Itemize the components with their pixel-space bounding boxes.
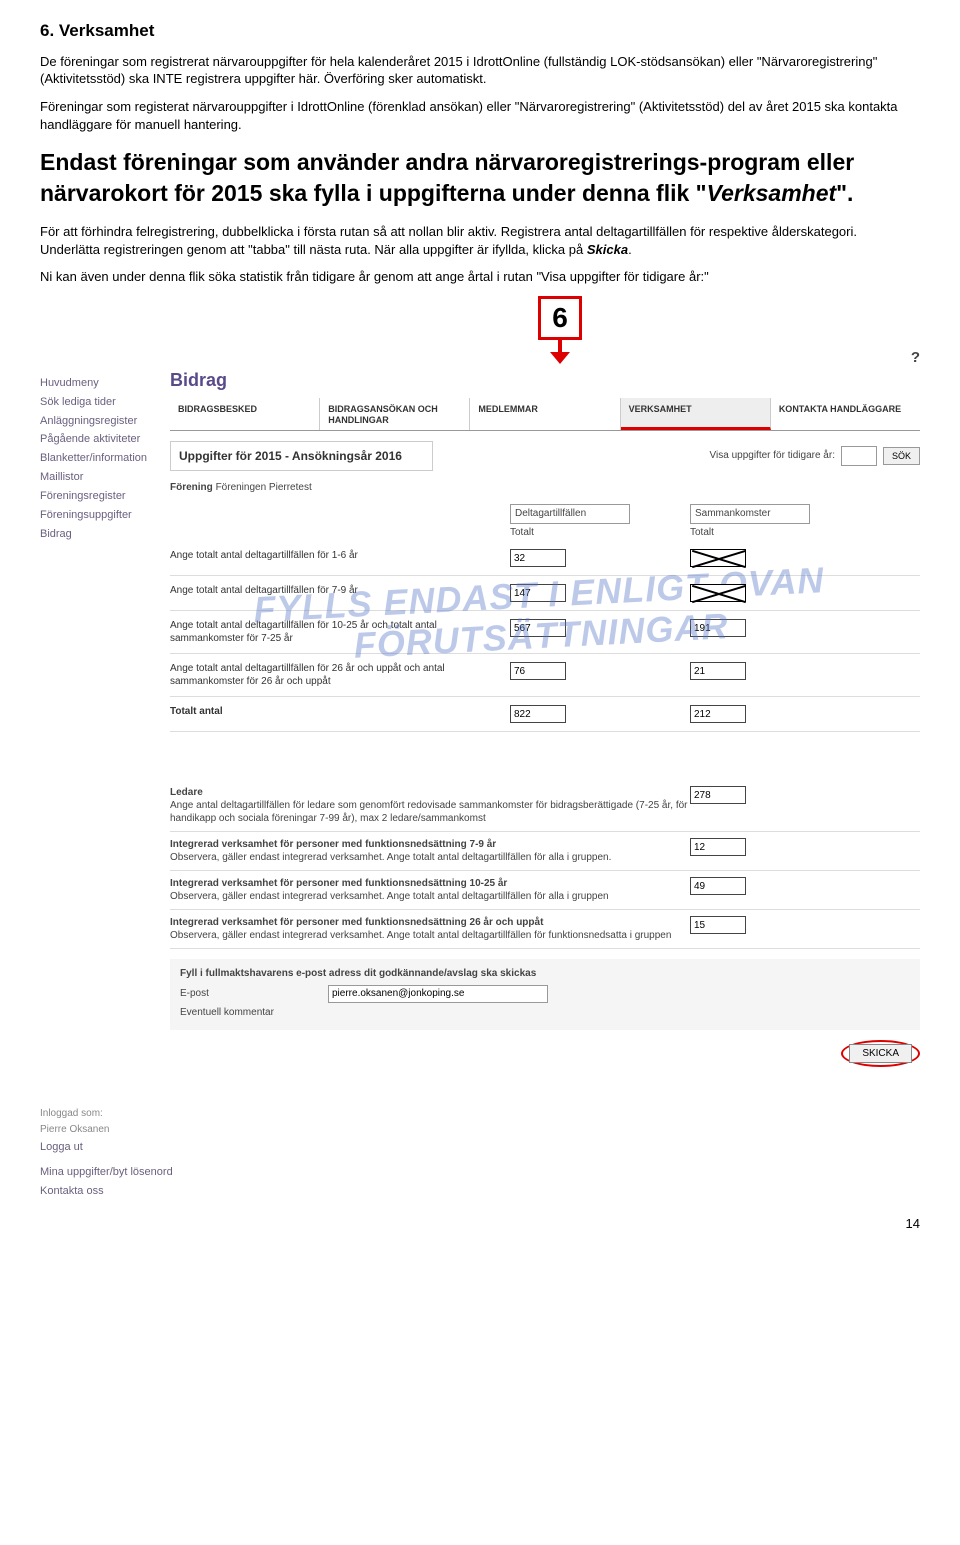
para-3-c: . [628, 242, 632, 257]
tab-ansokan[interactable]: BIDRAGSANSÖKAN OCH HANDLINGAR [320, 398, 470, 430]
block-int-26: Integrerad verksamhet för personer med f… [170, 910, 920, 949]
forening-label: Förening [170, 482, 213, 493]
int-7-9-input[interactable] [690, 838, 746, 856]
block-ledare: Ledare Ange antal deltagartillfällen för … [170, 780, 920, 832]
block-title: Ledare [170, 787, 203, 798]
forening-line: Förening Föreningen Pierretest [170, 481, 920, 495]
ledare-input[interactable] [690, 786, 746, 804]
arrow-down-icon [554, 340, 566, 362]
callout-number: 6 [538, 296, 582, 340]
page-title: Bidrag [170, 368, 920, 392]
tab-medlemmar[interactable]: MEDLEMMAR [470, 398, 620, 430]
para-emphasis: Endast föreningar som använder andra när… [40, 147, 920, 209]
para-3: För att förhindra felregistrering, dubbe… [40, 223, 920, 258]
samman-input-26[interactable] [690, 662, 746, 680]
sidebar-item-maillistor[interactable]: Maillistor [40, 470, 170, 485]
tab-bidragsbesked[interactable]: BIDRAGSBESKED [170, 398, 320, 430]
table-row-total: Totalt antal [170, 697, 920, 732]
logged-in-user: Pierre Oksanen [40, 1123, 170, 1137]
block-title: Integrerad verksamhet för personer med f… [170, 878, 507, 889]
para-emphasis-end: ". [836, 180, 853, 206]
para-3-b: Skicka [587, 242, 628, 257]
col-sub-totalt-2: Totalt [690, 524, 870, 542]
table-row: Ange totalt antal deltagartillfällen för… [170, 654, 920, 697]
int-26-input[interactable] [690, 916, 746, 934]
email-heading: Fyll i fullmaktshavarens e-post adress d… [180, 967, 910, 981]
sidebar-item-foreningsuppg[interactable]: Föreningsuppgifter [40, 508, 170, 523]
tab-bar: BIDRAGSBESKED BIDRAGSANSÖKAN OCH HANDLIN… [170, 398, 920, 431]
sidebar-item-blanketter[interactable]: Blanketter/information [40, 451, 170, 466]
help-icon[interactable]: ? [911, 348, 920, 368]
logout-link[interactable]: Logga ut [40, 1140, 170, 1155]
row-desc: Ange totalt antal deltagartillfällen för… [170, 619, 510, 645]
block-body: Observera, gäller endast integrerad verk… [170, 891, 609, 902]
sidebar-item-huvudmeny[interactable]: Huvudmeny [40, 376, 170, 391]
deltagar-input-10-25[interactable] [510, 619, 566, 637]
skicka-highlight: SKICKA [841, 1040, 920, 1067]
deltagar-input-7-9[interactable] [510, 584, 566, 602]
para-1: De föreningar som registrerat närvaroupp… [40, 53, 920, 88]
my-info-link[interactable]: Mina uppgifter/byt lösenord [40, 1165, 170, 1180]
table-row: Ange totalt antal deltagartillfällen för… [170, 611, 920, 654]
block-int-7-9: Integrerad verksamhet för personer med f… [170, 832, 920, 871]
samman-input-7-25[interactable] [690, 619, 746, 637]
deltagar-total [510, 705, 566, 723]
table-row: Ange totalt antal deltagartillfällen för… [170, 541, 920, 576]
prev-year-input[interactable] [841, 446, 877, 466]
logged-in-label: Inloggad som: [40, 1107, 170, 1121]
para-3-a: För att förhindra felregistrering, dubbe… [40, 224, 857, 257]
block-title: Integrerad verksamhet för personer med f… [170, 917, 543, 928]
row-desc: Ange totalt antal deltagartillfällen för… [170, 549, 510, 562]
search-button[interactable]: SÖK [883, 447, 920, 465]
sidebar-item-forening[interactable]: Föreningsregister [40, 489, 170, 504]
cross-icon [690, 584, 746, 602]
email-section: Fyll i fullmaktshavarens e-post adress d… [170, 959, 920, 1030]
comment-label: Eventuell kommentar [180, 1006, 320, 1020]
email-input[interactable] [328, 985, 548, 1003]
sidebar-item-anlagg[interactable]: Anläggningsregister [40, 414, 170, 429]
col-sub-totalt-1: Totalt [510, 524, 690, 542]
row-desc: Ange totalt antal deltagartillfällen för… [170, 584, 510, 597]
table-row: Ange totalt antal deltagartillfällen för… [170, 576, 920, 611]
deltagar-input-26[interactable] [510, 662, 566, 680]
cross-icon [690, 549, 746, 567]
para-2: Föreningar som registerat närvarouppgift… [40, 98, 920, 133]
tab-kontakta[interactable]: KONTAKTA HANDLÄGGARE [771, 398, 920, 430]
sidebar-item-sok[interactable]: Sök lediga tider [40, 395, 170, 410]
block-body: Ange antal deltagartillfällen för ledare… [170, 800, 688, 824]
block-body: Observera, gäller endast integrerad verk… [170, 852, 611, 863]
contact-link[interactable]: Kontakta oss [40, 1184, 170, 1199]
total-label: Totalt antal [170, 705, 510, 718]
submit-button[interactable]: SKICKA [849, 1044, 912, 1063]
int-10-25-input[interactable] [690, 877, 746, 895]
section-heading: 6. Verksamhet [40, 20, 920, 43]
sidebar: Huvudmeny Sök lediga tider Anläggningsre… [40, 368, 170, 1203]
page-number: 14 [40, 1215, 920, 1233]
forening-value: Föreningen Pierretest [216, 482, 312, 493]
para-4: Ni kan även under denna flik söka statis… [40, 268, 920, 286]
email-label: E-post [180, 987, 320, 1001]
sidebar-item-pagaende[interactable]: Pågående aktiviteter [40, 432, 170, 447]
samman-total [690, 705, 746, 723]
prev-year-label: Visa uppgifter för tidigare år: [710, 449, 835, 463]
para-emphasis-ital: Verksamhet [707, 180, 837, 206]
col-header-deltagar: Deltagartillfällen [510, 504, 630, 524]
block-int-10-25: Integrerad verksamhet för personer med f… [170, 871, 920, 910]
deltagar-input-1-6[interactable] [510, 549, 566, 567]
sidebar-item-bidrag[interactable]: Bidrag [40, 527, 170, 542]
col-header-samman: Sammankomster [690, 504, 810, 524]
uppgifter-label: Uppgifter för 2015 - Ansökningsår 2016 [170, 441, 433, 471]
row-desc: Ange totalt antal deltagartillfällen för… [170, 662, 510, 688]
block-title: Integrerad verksamhet för personer med f… [170, 839, 496, 850]
tab-verksamhet[interactable]: VERKSAMHET [621, 398, 771, 430]
block-body: Observera, gäller endast integrerad verk… [170, 930, 671, 941]
